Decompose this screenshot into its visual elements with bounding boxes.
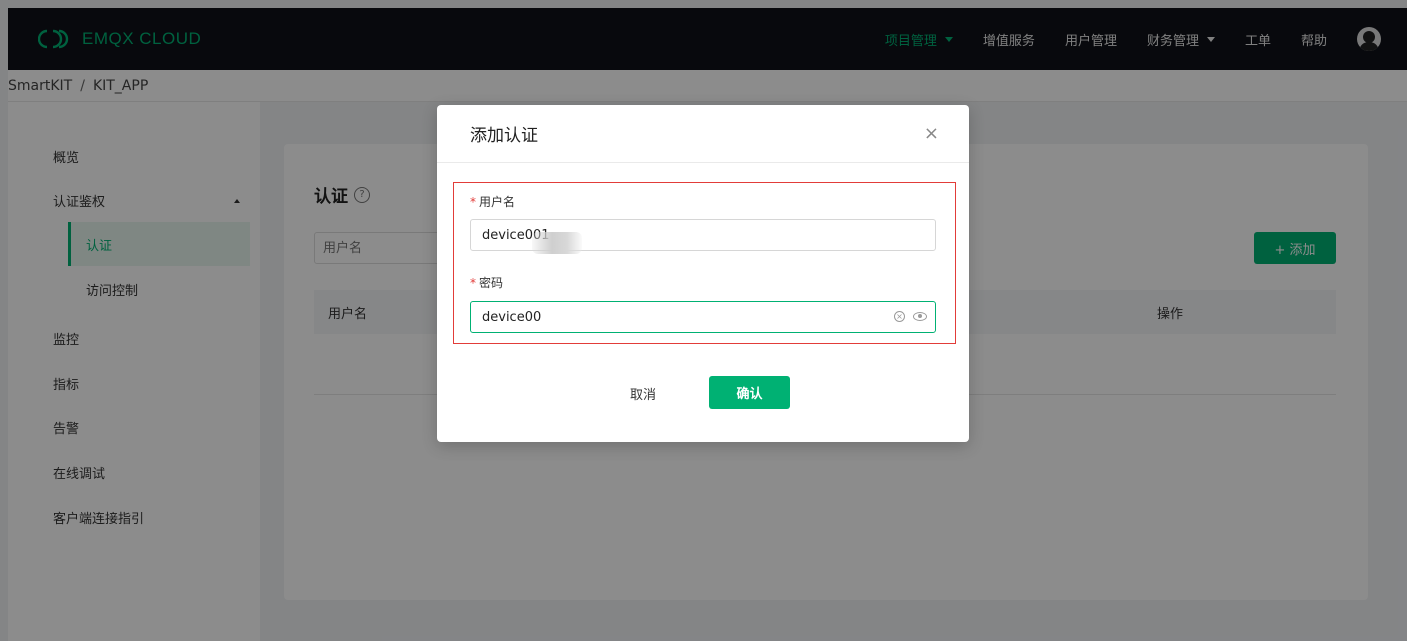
eye-icon[interactable] bbox=[913, 312, 927, 321]
add-auth-modal: 添加认证 × *用户名 *密码 × 取消 确认 bbox=[437, 105, 969, 442]
required-mark: * bbox=[470, 195, 476, 209]
username-label-text: 用户名 bbox=[479, 195, 516, 209]
confirm-button[interactable]: 确认 bbox=[709, 376, 790, 409]
password-field[interactable] bbox=[470, 301, 936, 333]
required-mark: * bbox=[470, 276, 476, 290]
close-icon[interactable]: × bbox=[924, 125, 939, 143]
password-label: * 密码 bbox=[470, 274, 503, 291]
password-label-text: 密码 bbox=[479, 276, 504, 290]
redaction-blur bbox=[532, 232, 582, 254]
username-label: * 用户名 bbox=[470, 193, 515, 210]
clear-icon[interactable]: × bbox=[894, 311, 905, 322]
modal-header: 添加认证 bbox=[437, 105, 969, 163]
modal-title: 添加认证 bbox=[470, 126, 538, 146]
password-field-icons: × bbox=[894, 311, 927, 322]
cancel-button[interactable]: 取消 bbox=[630, 384, 656, 403]
